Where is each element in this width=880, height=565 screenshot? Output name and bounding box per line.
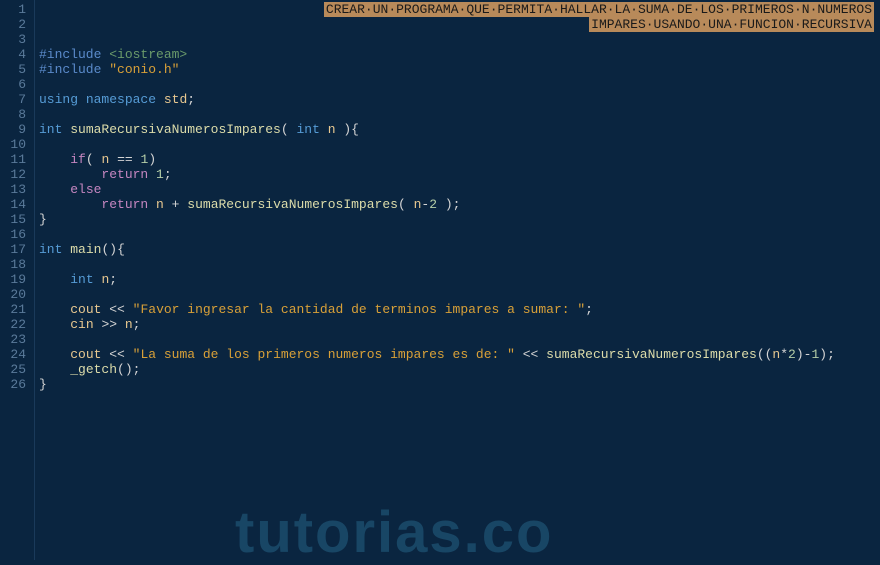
code-line: if( n == 1) xyxy=(39,152,880,167)
code-line: int sumaRecursivaNumerosImpares( int n )… xyxy=(39,122,880,137)
line-number: 17 xyxy=(8,242,26,257)
line-number: 4 xyxy=(8,47,26,62)
code-line: return 1; xyxy=(39,167,880,182)
watermark-text: tutorias.co xyxy=(235,525,554,540)
line-number: 26 xyxy=(8,377,26,392)
code-line xyxy=(39,227,880,242)
code-line xyxy=(39,137,880,152)
code-line: cout << "La suma de los primeros numeros… xyxy=(39,347,880,362)
code-line: cin >> n; xyxy=(39,317,880,332)
comment-line-2: IMPARES·USANDO·UNA·FUNCION·RECURSIVA xyxy=(589,17,874,32)
code-line: using namespace std; xyxy=(39,92,880,107)
code-line xyxy=(39,287,880,302)
line-number: 8 xyxy=(8,107,26,122)
code-line xyxy=(39,107,880,122)
line-number: 13 xyxy=(8,182,26,197)
code-line xyxy=(39,77,880,92)
comment-line-1: CREAR·UN·PROGRAMA·QUE·PERMITA·HALLAR·LA·… xyxy=(324,2,874,17)
line-number: 2 xyxy=(8,17,26,32)
line-number: 22 xyxy=(8,317,26,332)
code-line: return n + sumaRecursivaNumerosImpares( … xyxy=(39,197,880,212)
code-line: IMPARES·USANDO·UNA·FUNCION·RECURSIVA xyxy=(39,17,880,32)
line-number: 23 xyxy=(8,332,26,347)
code-line xyxy=(39,32,880,47)
code-editor: 1234567891011121314151617181920212223242… xyxy=(0,0,880,560)
code-line: #include <iostream> xyxy=(39,47,880,62)
code-line xyxy=(39,332,880,347)
code-line: } xyxy=(39,377,880,392)
line-gutter: 1234567891011121314151617181920212223242… xyxy=(0,0,34,560)
line-number: 19 xyxy=(8,272,26,287)
line-number: 25 xyxy=(8,362,26,377)
line-number: 3 xyxy=(8,32,26,47)
code-line: _getch(); xyxy=(39,362,880,377)
line-number: 14 xyxy=(8,197,26,212)
line-number: 15 xyxy=(8,212,26,227)
line-number: 18 xyxy=(8,257,26,272)
line-number: 24 xyxy=(8,347,26,362)
line-number: 6 xyxy=(8,77,26,92)
line-number: 12 xyxy=(8,167,26,182)
code-line xyxy=(39,257,880,272)
line-number: 9 xyxy=(8,122,26,137)
code-line: } xyxy=(39,212,880,227)
line-number: 7 xyxy=(8,92,26,107)
code-line: #include "conio.h" xyxy=(39,62,880,77)
code-line: int n; xyxy=(39,272,880,287)
line-number: 11 xyxy=(8,152,26,167)
line-number: 10 xyxy=(8,137,26,152)
line-number: 1 xyxy=(8,2,26,17)
line-number: 21 xyxy=(8,302,26,317)
code-line: else xyxy=(39,182,880,197)
line-number: 5 xyxy=(8,62,26,77)
code-line: cout << "Favor ingresar la cantidad de t… xyxy=(39,302,880,317)
line-number: 20 xyxy=(8,287,26,302)
code-area[interactable]: CREAR·UN·PROGRAMA·QUE·PERMITA·HALLAR·LA·… xyxy=(34,0,880,560)
line-number: 16 xyxy=(8,227,26,242)
code-line: int main(){ xyxy=(39,242,880,257)
code-line: CREAR·UN·PROGRAMA·QUE·PERMITA·HALLAR·LA·… xyxy=(39,2,880,17)
